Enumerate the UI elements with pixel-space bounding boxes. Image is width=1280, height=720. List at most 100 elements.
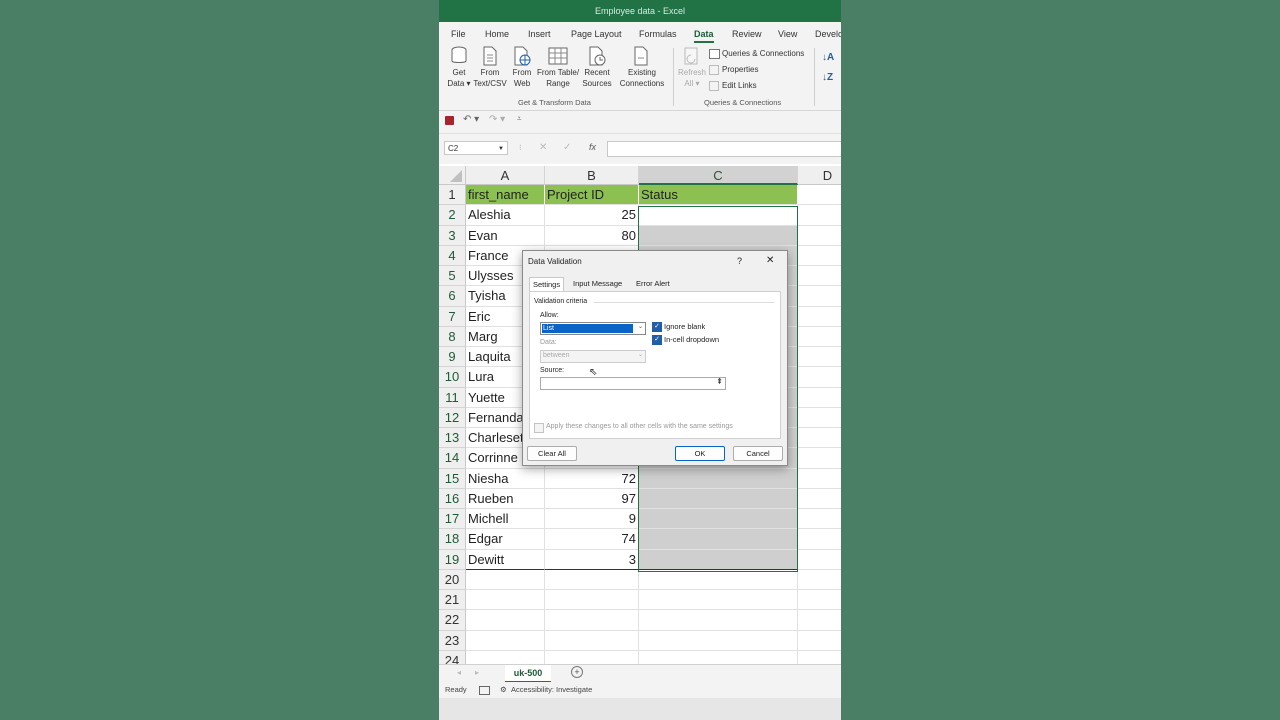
tab-view[interactable]: View — [778, 22, 797, 44]
row-header[interactable]: 17 — [439, 509, 466, 530]
column-header-d[interactable]: D — [798, 166, 841, 185]
edit-links-button[interactable]: Edit Links — [709, 81, 757, 91]
sort-ascending-icon[interactable]: ↓A — [822, 52, 834, 63]
table-cell[interactable] — [639, 549, 798, 570]
table-cell[interactable] — [545, 610, 639, 631]
tab-page-layout[interactable]: Page Layout — [571, 22, 622, 44]
table-cell[interactable]: Edgar — [466, 529, 545, 550]
row-header[interactable]: 23 — [439, 630, 466, 651]
table-cell[interactable] — [798, 367, 841, 388]
table-cell[interactable] — [639, 225, 798, 246]
table-cell[interactable] — [639, 650, 798, 664]
row-header[interactable]: 20 — [439, 569, 466, 590]
row-header[interactable]: 22 — [439, 610, 466, 631]
row-header[interactable]: 14 — [439, 448, 466, 469]
table-cell[interactable] — [466, 650, 545, 664]
tab-review[interactable]: Review — [732, 22, 762, 44]
table-cell[interactable]: 72 — [545, 468, 639, 489]
table-cell[interactable] — [545, 569, 639, 590]
row-header[interactable]: 24 — [439, 650, 466, 664]
row-header[interactable]: 7 — [439, 306, 466, 327]
cancel-button[interactable]: Cancel — [733, 446, 783, 461]
row-header[interactable]: 1 — [439, 185, 466, 206]
table-cell[interactable] — [798, 428, 841, 449]
insert-function-icon[interactable]: fx — [589, 142, 596, 152]
row-header[interactable]: 11 — [439, 387, 466, 408]
row-header[interactable]: 10 — [439, 367, 466, 388]
get-data-button[interactable]: Get Data ▾ — [447, 46, 471, 89]
ignore-blank-checkbox[interactable]: ✓ — [652, 322, 662, 332]
table-cell[interactable] — [798, 529, 841, 550]
table-cell[interactable] — [466, 630, 545, 651]
scroll-left-icon[interactable]: ◂ — [457, 668, 461, 677]
row-header[interactable]: 13 — [439, 428, 466, 449]
header-cell[interactable]: first_name — [466, 185, 545, 206]
table-cell[interactable] — [798, 286, 841, 307]
table-cell[interactable]: 80 — [545, 225, 639, 246]
row-header[interactable]: 6 — [439, 286, 466, 307]
column-header-b[interactable]: B — [545, 166, 639, 185]
column-header-a[interactable]: A — [466, 166, 545, 185]
table-cell[interactable] — [798, 509, 841, 530]
refresh-all-button[interactable]: Refresh All ▾ — [677, 46, 707, 89]
sheet-tab-uk-500[interactable]: uk-500 — [505, 665, 551, 683]
tab-formulas[interactable]: Formulas — [639, 22, 677, 44]
tab-error-alert[interactable]: Error Alert — [633, 277, 673, 291]
table-cell[interactable] — [798, 205, 841, 226]
table-cell[interactable] — [545, 650, 639, 664]
table-cell[interactable]: Dewitt — [466, 549, 545, 570]
row-header[interactable]: 5 — [439, 266, 466, 287]
table-cell[interactable] — [466, 610, 545, 631]
table-cell[interactable] — [466, 569, 545, 590]
clear-all-button[interactable]: Clear All — [527, 446, 577, 461]
table-cell[interactable]: 97 — [545, 488, 639, 509]
properties-button[interactable]: Properties — [709, 65, 758, 75]
row-header[interactable]: 2 — [439, 205, 466, 226]
select-all-corner[interactable] — [439, 166, 466, 185]
table-cell[interactable] — [545, 590, 639, 611]
accessibility-icon[interactable]: ⚙ — [500, 682, 507, 698]
from-web-button[interactable]: From Web — [510, 46, 534, 89]
cancel-icon[interactable]: ✕ — [539, 142, 547, 153]
table-cell[interactable] — [798, 388, 841, 408]
table-cell[interactable] — [639, 468, 798, 489]
table-cell[interactable]: 25 — [545, 205, 639, 226]
table-cell[interactable] — [639, 488, 798, 509]
tab-developer[interactable]: Develo — [815, 22, 841, 44]
header-cell[interactable]: Project ID — [545, 185, 639, 206]
header-cell[interactable]: Status — [639, 185, 798, 206]
table-cell[interactable] — [798, 307, 841, 327]
table-cell[interactable]: Evan — [466, 225, 545, 246]
name-box[interactable]: C2 ▼ — [444, 141, 508, 155]
accessibility-status[interactable]: Accessibility: Investigate — [511, 682, 592, 698]
table-cell[interactable]: 74 — [545, 529, 639, 550]
row-header[interactable]: 4 — [439, 245, 466, 266]
help-button[interactable]: ? — [737, 256, 742, 266]
macro-record-icon[interactable] — [479, 686, 490, 695]
header-cell[interactable] — [798, 185, 841, 206]
table-cell[interactable]: Niesha — [466, 468, 545, 489]
table-cell[interactable] — [798, 610, 841, 631]
row-header[interactable]: 9 — [439, 347, 466, 368]
table-cell[interactable] — [639, 610, 798, 631]
table-cell[interactable]: 3 — [545, 549, 639, 570]
table-cell[interactable] — [639, 509, 798, 530]
allow-select[interactable]: List ⌄ — [540, 322, 646, 335]
table-cell[interactable] — [639, 205, 798, 226]
in-cell-dropdown-checkbox[interactable]: ✓ — [652, 335, 662, 345]
existing-connections-button[interactable]: Existing Connections — [619, 46, 665, 89]
table-cell[interactable]: Michell — [466, 509, 545, 530]
table-cell[interactable]: Aleshia — [466, 205, 545, 226]
table-cell[interactable] — [798, 408, 841, 428]
tab-insert[interactable]: Insert — [528, 22, 551, 44]
table-cell[interactable] — [466, 590, 545, 611]
source-input[interactable]: ⇞ — [540, 377, 726, 390]
table-cell[interactable] — [798, 266, 841, 287]
row-header[interactable]: 15 — [439, 468, 466, 489]
tab-settings[interactable]: Settings — [529, 277, 565, 292]
table-cell[interactable] — [639, 529, 798, 550]
ok-button[interactable]: OK — [675, 446, 725, 461]
table-cell[interactable] — [798, 226, 841, 246]
table-cell[interactable] — [639, 590, 798, 611]
table-cell[interactable] — [798, 327, 841, 347]
